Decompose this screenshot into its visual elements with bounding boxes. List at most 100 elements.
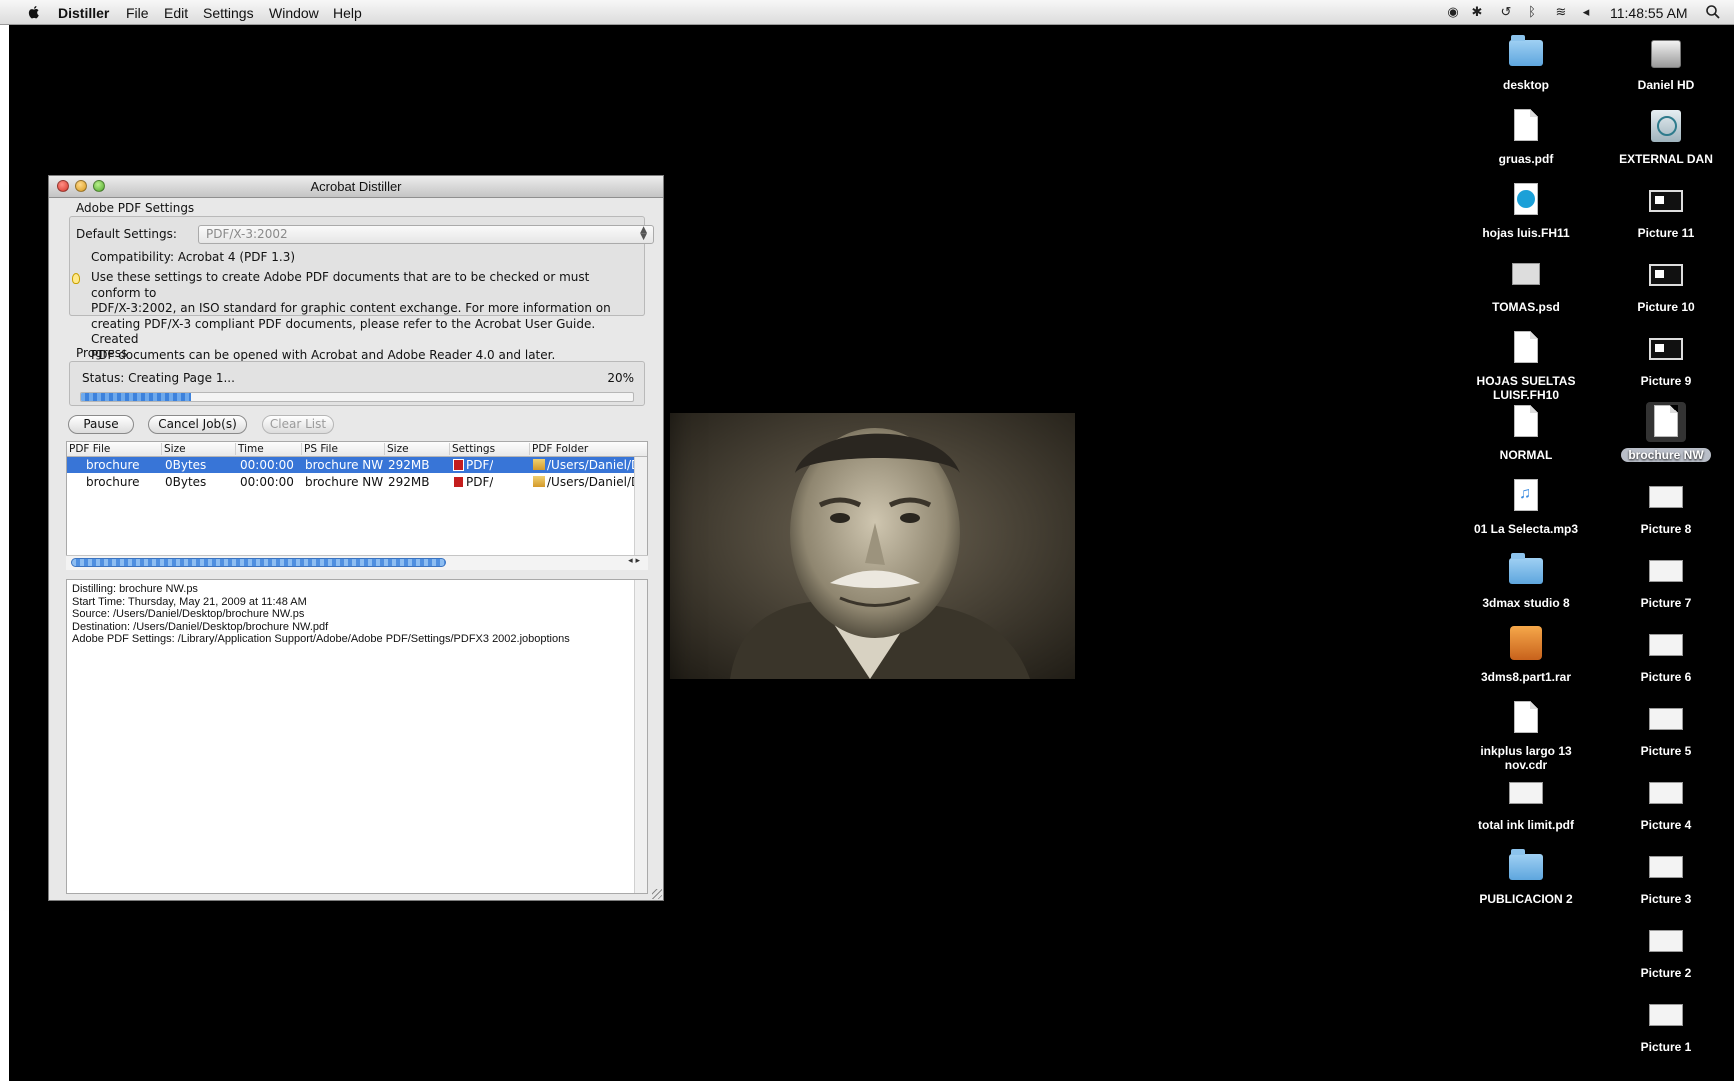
cell-time: 00:00:00	[240, 475, 294, 489]
cell-settings-text: PDF/	[466, 458, 494, 472]
column-pdf-folder[interactable]: PDF Folder	[529, 443, 588, 455]
table-horizontal-scrollbar[interactable]: ◂ ▸	[66, 555, 648, 570]
cell-size: 0Bytes	[165, 475, 207, 489]
desktop-icon-label: total ink limit.pdf	[1478, 818, 1574, 832]
desktop-icon-picture-5[interactable]: Picture 5	[1601, 698, 1731, 758]
desktop-icon-brochure-nw[interactable]: brochure NW	[1601, 402, 1731, 464]
desktop-icon-picture-11[interactable]: Picture 11	[1601, 180, 1731, 240]
desktop-icon-picture-10[interactable]: Picture 10	[1601, 254, 1731, 314]
desktop-icon-hojas-sueltas[interactable]: HOJAS SUELTAS LUISF.FH10	[1461, 328, 1591, 402]
webcam-icon[interactable]: ◉	[1445, 4, 1461, 20]
wifi-icon[interactable]: ≋	[1553, 4, 1569, 20]
jobs-table: PDF File Size Time PS File Size Settings…	[66, 441, 648, 563]
column-ps-size[interactable]: Size	[384, 443, 409, 455]
window-titlebar[interactable]: Acrobat Distiller	[49, 176, 663, 198]
log-line: Distilling: brochure NW.ps	[72, 583, 198, 595]
clear-list-button[interactable]: Clear List	[262, 415, 334, 434]
pause-button[interactable]: Pause	[68, 415, 134, 434]
column-pdf-file[interactable]: PDF File	[67, 443, 110, 455]
desktop-icon-label: Picture 3	[1640, 892, 1692, 906]
resize-grip-icon[interactable]	[652, 889, 662, 899]
desktop-icon-picture-2[interactable]: Picture 2	[1601, 920, 1731, 980]
column-ps-file[interactable]: PS File	[301, 443, 338, 455]
paw-icon[interactable]: ✱	[1469, 4, 1485, 20]
menu-file[interactable]: File	[126, 5, 149, 21]
desktop-icon-picture-8[interactable]: Picture 8	[1601, 476, 1731, 536]
desktop-icon-picture-3[interactable]: Picture 3	[1601, 846, 1731, 906]
log-panel: Distilling: brochure NW.ps Start Time: T…	[66, 579, 648, 894]
desktop-icon-picture-6[interactable]: Picture 6	[1601, 624, 1731, 684]
screenshot-icon	[1649, 708, 1683, 730]
desktop-icon-3dms8-rar[interactable]: 3dms8.part1.rar	[1461, 624, 1591, 684]
desktop-icon-label: 3dmax studio 8	[1482, 596, 1570, 610]
description-line: Use these settings to create Adobe PDF d…	[91, 270, 590, 300]
rar-archive-icon	[1510, 626, 1542, 660]
desktop-icon-label: EXTERNAL DAN	[1619, 152, 1713, 166]
desktop-icon-label: hojas luis.FH11	[1482, 226, 1570, 240]
desktop-icon-picture-4[interactable]: Picture 4	[1601, 772, 1731, 832]
desktop-icon-picture-7[interactable]: Picture 7	[1601, 550, 1731, 610]
table-row[interactable]: brochure 0Bytes 00:00:00 brochure NW. 29…	[67, 474, 635, 490]
desktop-icon-normal[interactable]: NORMAL	[1461, 402, 1591, 462]
menu-app-distiller[interactable]: Distiller	[58, 5, 109, 21]
desktop-icon-picture-9[interactable]: Picture 9	[1601, 328, 1731, 388]
desktop-icon-hojas-luis[interactable]: hojas luis.FH11	[1461, 180, 1591, 240]
description-line: creating PDF/X-3 compliant PDF documents…	[91, 316, 596, 347]
log-line: Destination: /Users/Daniel/Desktop/broch…	[72, 620, 329, 633]
desktop-icon-label: brochure NW	[1621, 448, 1711, 462]
mp3-document-icon	[1514, 479, 1538, 511]
menu-window[interactable]: Window	[269, 5, 319, 21]
volume-icon[interactable]: ◂	[1578, 4, 1594, 20]
desktop-icon-label: PUBLICACION 2	[1479, 892, 1573, 906]
progress-header: Progress	[76, 346, 128, 360]
menu-settings[interactable]: Settings	[203, 5, 254, 21]
desktop-icon-label: Picture 10	[1637, 300, 1695, 314]
default-settings-value: PDF/X-3:2002	[206, 227, 288, 241]
desktop-icon-gruas-pdf[interactable]: gruas.pdf	[1461, 106, 1591, 166]
cancel-jobs-button[interactable]: Cancel Job(s)	[148, 415, 247, 434]
desktop-icon-publicacion-2[interactable]: PUBLICACION 2	[1461, 846, 1591, 906]
desktop-icon-picture-1[interactable]: Picture 1	[1601, 994, 1731, 1054]
folder-icon	[1509, 553, 1543, 584]
apple-menu-icon[interactable]	[26, 4, 42, 20]
popup-arrows-icon: ▲ ▼	[640, 225, 647, 242]
screenshot-icon	[1649, 782, 1683, 804]
desktop-icon-external-dan[interactable]: EXTERNAL DAN	[1601, 106, 1731, 166]
table-vertical-scrollbar[interactable]	[634, 457, 647, 562]
scrollbar-thumb[interactable]	[71, 558, 446, 567]
log-line: Start Time: Thursday, May 21, 2009 at 11…	[72, 595, 307, 608]
cell-folder: /Users/Daniel/D	[533, 458, 635, 472]
desktop-icon-inkplus-cdr[interactable]: inkplus largo 13 nov.cdr	[1461, 698, 1591, 772]
bluetooth-icon[interactable]: ᛒ	[1524, 4, 1540, 20]
psd-document-icon	[1512, 263, 1540, 285]
scroll-arrows-icon[interactable]: ◂ ▸	[628, 556, 640, 566]
desktop-icon-la-selecta-mp3[interactable]: 01 La Selecta.mp3	[1461, 476, 1591, 536]
folder-icon	[533, 476, 545, 487]
screenshot-icon	[1649, 930, 1683, 952]
column-time[interactable]: Time	[235, 443, 264, 455]
table-row[interactable]: brochure 0Bytes 00:00:00 brochure NW. 29…	[67, 457, 635, 473]
menu-clock[interactable]: 11:48:55 AM	[1610, 5, 1688, 21]
default-settings-popup[interactable]: PDF/X-3:2002 ▲ ▼	[198, 225, 654, 244]
spotlight-search-icon[interactable]	[1705, 4, 1721, 20]
desktop-icon-label: NORMAL	[1499, 448, 1553, 462]
menu-edit[interactable]: Edit	[164, 5, 188, 21]
desktop-icon-daniel-hd[interactable]: Daniel HD	[1601, 32, 1731, 92]
progress-percent: 20%	[607, 371, 634, 385]
desktop-icon-3dmax-studio[interactable]: 3dmax studio 8	[1461, 550, 1591, 610]
time-machine-icon[interactable]: ↺	[1498, 4, 1514, 20]
column-settings[interactable]: Settings	[449, 443, 495, 455]
desktop-icon-desktop[interactable]: desktop	[1461, 32, 1591, 92]
cell-folder: /Users/Daniel/D	[533, 475, 635, 489]
pdf-icon	[453, 459, 464, 471]
folder-icon	[533, 459, 545, 470]
cell-folder-text: /Users/Daniel/D	[547, 475, 635, 489]
folder-icon	[1509, 35, 1543, 66]
desktop-icon-tomas-psd[interactable]: TOMAS.psd	[1461, 254, 1591, 314]
log-vertical-scrollbar[interactable]	[634, 580, 647, 893]
menu-help[interactable]: Help	[333, 5, 362, 21]
desktop-icon-total-ink-limit[interactable]: total ink limit.pdf	[1461, 772, 1591, 832]
cell-ps-size: 292MB	[388, 475, 430, 489]
column-size[interactable]: Size	[161, 443, 186, 455]
cell-ps-file: brochure NW.	[305, 475, 383, 489]
